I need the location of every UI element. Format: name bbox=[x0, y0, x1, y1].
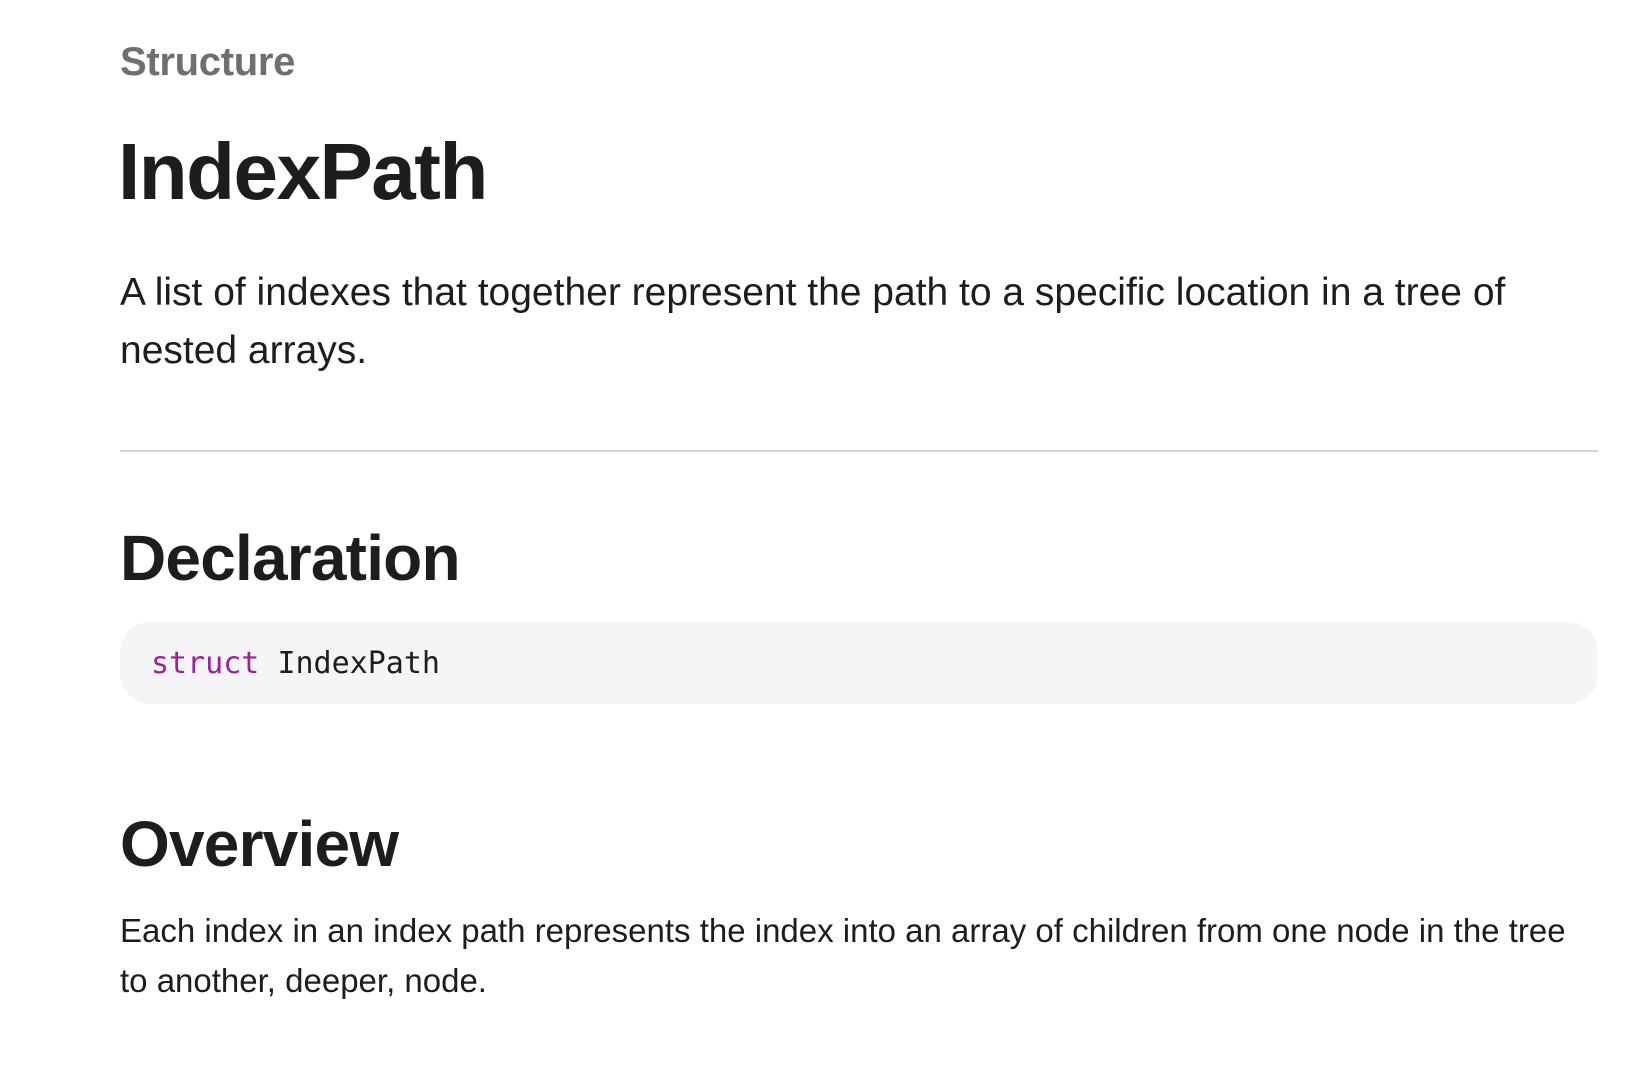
declaration-heading: Declaration bbox=[120, 522, 461, 594]
section-divider bbox=[120, 450, 1598, 452]
symbol-kind-eyebrow: Structure bbox=[120, 40, 296, 84]
declaration-code-block: struct IndexPath bbox=[120, 622, 1598, 704]
page-title: IndexPath bbox=[118, 127, 488, 216]
code-type-name: IndexPath bbox=[277, 645, 440, 681]
abstract-text: A list of indexes that together represen… bbox=[120, 271, 1506, 372]
code-keyword: struct bbox=[151, 645, 260, 681]
overview-text: Each index in an index path represents t… bbox=[120, 912, 1566, 999]
overview-heading: Overview bbox=[120, 808, 399, 880]
